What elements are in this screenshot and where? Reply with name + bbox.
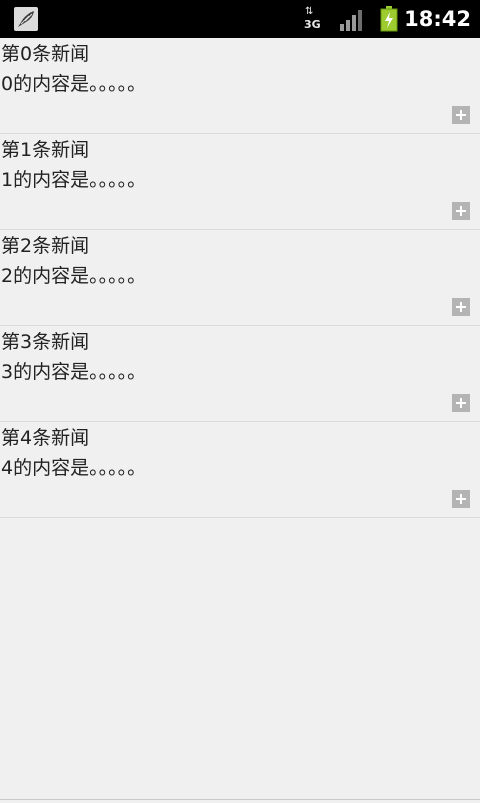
news-title: 第1条新闻: [1, 139, 90, 161]
news-content: 1的内容是。。。。。: [1, 169, 147, 191]
news-item[interactable]: 第0条新闻 0的内容是。。。。。: [0, 38, 480, 134]
news-title: 第2条新闻: [1, 235, 90, 257]
plus-icon[interactable]: [452, 202, 470, 220]
plus-icon[interactable]: [452, 106, 470, 124]
bottom-divider: [0, 799, 480, 800]
news-item[interactable]: 第3条新闻 3的内容是。。。。。: [0, 326, 480, 422]
status-bar: ⇅ 3G 18:42: [0, 0, 480, 38]
plus-icon[interactable]: [452, 298, 470, 316]
news-content: 3的内容是。。。。。: [1, 361, 147, 383]
news-item[interactable]: 第2条新闻 2的内容是。。。。。: [0, 230, 480, 326]
news-content: 2的内容是。。。。。: [1, 265, 147, 287]
plus-icon[interactable]: [452, 394, 470, 412]
network-3g-icon: ⇅ 3G: [304, 6, 322, 32]
news-item[interactable]: 第4条新闻 4的内容是。。。。。: [0, 422, 480, 518]
news-title: 第4条新闻: [1, 427, 90, 449]
satellite-dish-icon[interactable]: [14, 7, 38, 31]
clock: 18:42: [404, 7, 471, 31]
news-content: 0的内容是。。。。。: [1, 73, 147, 95]
news-title: 第3条新闻: [1, 331, 90, 353]
news-title: 第0条新闻: [1, 43, 90, 65]
news-item[interactable]: 第1条新闻 1的内容是。。。。。: [0, 134, 480, 230]
news-content: 4的内容是。。。。。: [1, 457, 147, 479]
battery-charging-icon: [380, 6, 398, 32]
signal-strength-icon: [340, 10, 362, 31]
news-list: 第0条新闻 0的内容是。。。。。 第1条新闻 1的内容是。。。。。 第2条新闻 …: [0, 38, 480, 518]
network-arrows: ⇅: [305, 6, 313, 17]
network-label: 3G: [304, 18, 321, 31]
plus-icon[interactable]: [452, 490, 470, 508]
